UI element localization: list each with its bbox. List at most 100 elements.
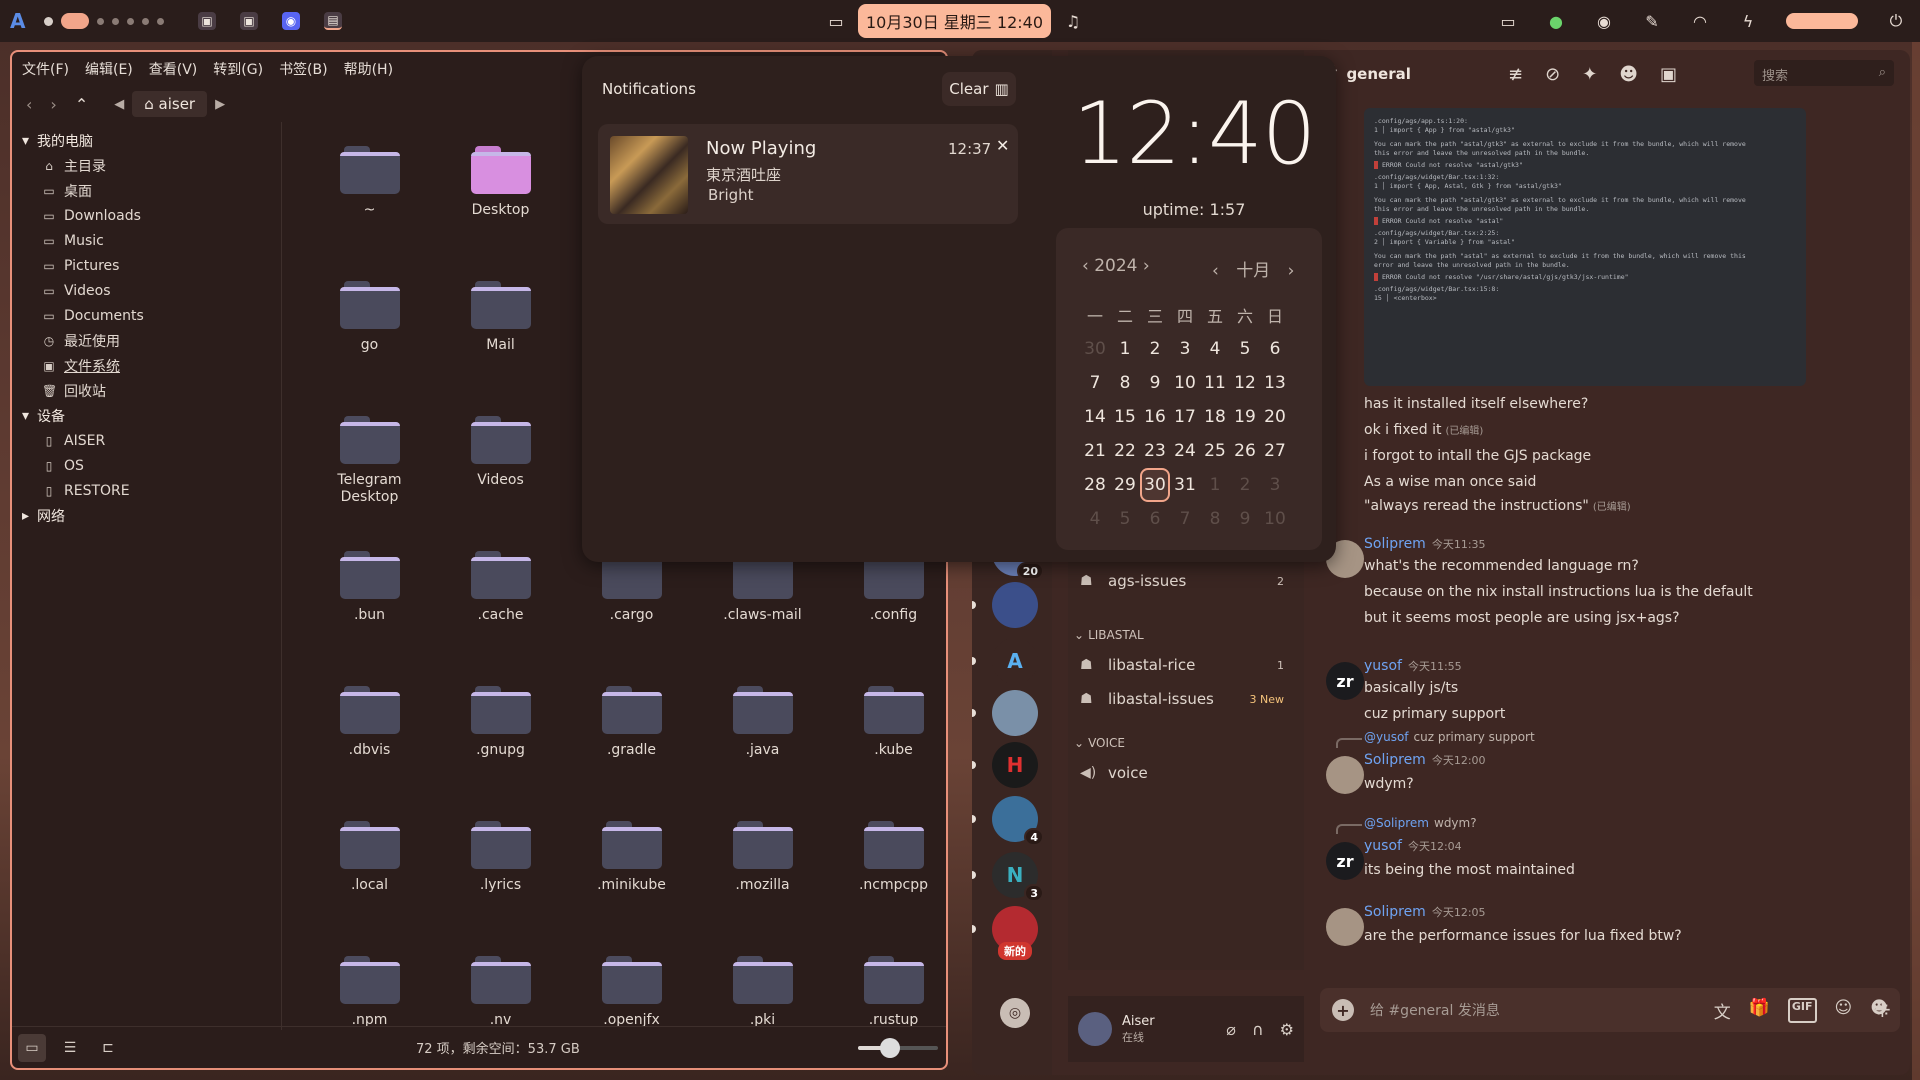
avatar[interactable]: zr <box>1326 662 1364 700</box>
gift-icon[interactable]: 🎁 <box>1749 998 1770 1023</box>
avatar[interactable] <box>1078 1012 1112 1046</box>
file-item[interactable]: .mozilla <box>697 807 828 942</box>
calendar-day[interactable]: 5 <box>1110 502 1140 536</box>
author-name[interactable]: Soliprem <box>1364 904 1426 920</box>
sidebar-item-trash[interactable]: 🗑 回收站 <box>12 378 281 403</box>
sidebar-item-filesystem[interactable]: ▣ 文件系统 <box>12 353 281 378</box>
zoom-slider-handle[interactable] <box>880 1038 900 1058</box>
calendar-day[interactable]: 9 <box>1140 366 1170 400</box>
taskbar-app-icon[interactable]: ▣ <box>240 12 258 30</box>
menu-help[interactable]: 帮助(H) <box>344 59 393 79</box>
author-name[interactable]: Soliprem <box>1364 536 1426 552</box>
calendar-day[interactable]: 28 <box>1080 468 1110 502</box>
calendar-day[interactable]: 2 <box>1230 468 1260 502</box>
menu-bookmarks[interactable]: 书签(B) <box>279 59 328 79</box>
calendar-day[interactable]: 20 <box>1260 400 1290 434</box>
wifi-icon[interactable]: ◠ <box>1690 11 1710 31</box>
calendar-day[interactable]: 9 <box>1230 502 1260 536</box>
sidebar-item-downloads[interactable]: ▭ Downloads <box>12 203 281 228</box>
search-input[interactable]: 搜索 ⌕ <box>1754 60 1894 86</box>
file-item[interactable]: .gradle <box>566 672 697 807</box>
notification-card[interactable]: Now Playing 12:37 ✕ 東京酒吐座 Bright <box>598 124 1018 224</box>
file-item[interactable]: .local <box>304 807 435 942</box>
calendar-day[interactable]: 1 <box>1110 332 1140 366</box>
sticker-icon[interactable]: ☺ <box>1835 998 1853 1023</box>
menu-go[interactable]: 转到(G) <box>213 59 263 79</box>
calendar-day[interactable]: 6 <box>1260 332 1290 366</box>
places-view-icon[interactable]: ▭ <box>18 1033 46 1062</box>
channel-ags-issues[interactable]: ☗ ags-issues 2 <box>1080 566 1298 596</box>
zoom-slider[interactable] <box>858 1038 938 1058</box>
server-icon[interactable]: 新的 <box>992 906 1038 960</box>
calendar-day[interactable]: 3 <box>1260 468 1290 502</box>
calendar-day[interactable]: 4 <box>1200 332 1230 366</box>
calendar-day[interactable]: 13 <box>1260 366 1290 400</box>
next-month-icon[interactable]: › <box>1288 261 1295 281</box>
calendar-day[interactable]: 25 <box>1200 434 1230 468</box>
calendar-day[interactable]: 17 <box>1170 400 1200 434</box>
sidebar-item-documents[interactable]: ▭ Documents <box>12 303 281 328</box>
up-icon[interactable]: ⌃ <box>75 95 88 114</box>
sidebar-item-videos[interactable]: ▭ Videos <box>12 278 281 303</box>
author-name[interactable]: yusof <box>1364 658 1402 674</box>
chat-icon[interactable]: ▭ <box>826 11 846 31</box>
file-item[interactable]: .gnupg <box>435 672 566 807</box>
calendar-day[interactable]: 15 <box>1110 400 1140 434</box>
file-item[interactable]: .bun <box>304 537 435 672</box>
calendar-day[interactable]: 14 <box>1080 400 1110 434</box>
taskbar-files-icon[interactable]: ▤ <box>324 12 342 30</box>
calendar-day[interactable]: 2 <box>1140 332 1170 366</box>
file-item[interactable]: .dbvis <box>304 672 435 807</box>
workspace-dot[interactable] <box>157 17 164 25</box>
topbar-clock[interactable]: 10月30日 星期三 12:40 <box>858 4 1052 38</box>
add-attachment-icon[interactable]: + <box>1332 999 1354 1021</box>
menu-file[interactable]: 文件(F) <box>22 59 69 79</box>
launcher-logo-icon[interactable]: A <box>10 9 30 33</box>
reply-preview[interactable]: @Soliprem wdym? <box>1364 816 1477 830</box>
sidebar-section-devices[interactable]: ▾ 设备 <box>12 403 281 428</box>
sidebar-item-device[interactable]: ▯ AISER <box>12 428 281 453</box>
sidebar-item-music[interactable]: ▭ Music <box>12 228 281 253</box>
forward-icon[interactable]: › <box>50 95 56 114</box>
sidebar-item-device[interactable]: ▯ RESTORE <box>12 478 281 503</box>
calendar-day[interactable]: 24 <box>1170 434 1200 468</box>
workspace-dot[interactable] <box>127 17 134 25</box>
mute-mic-icon[interactable]: ⌀ <box>1226 1020 1236 1039</box>
sidebar-item-desktop[interactable]: ▭ 桌面 <box>12 178 281 203</box>
workspace-dot[interactable] <box>142 17 149 25</box>
calendar-day[interactable]: 22 <box>1110 434 1140 468</box>
mute-bell-icon[interactable]: ⊘ <box>1545 64 1560 85</box>
calendar-day[interactable]: 12 <box>1230 366 1260 400</box>
author-name[interactable]: yusof <box>1364 838 1402 854</box>
calendar-day[interactable]: 27 <box>1260 434 1290 468</box>
sidebar-section-network[interactable]: ▸ 网络 <box>12 503 281 528</box>
file-item[interactable]: .cache <box>435 537 566 672</box>
calendar-day[interactable]: 16 <box>1140 400 1170 434</box>
server-icon[interactable] <box>992 582 1038 628</box>
calendar-day[interactable]: 21 <box>1080 434 1110 468</box>
members-icon[interactable]: ☻ <box>1619 64 1638 85</box>
workspace-dot[interactable] <box>44 16 53 26</box>
calendar-day[interactable]: 30 <box>1080 332 1110 366</box>
sidebar-item-recent[interactable]: ◷ 最近使用 <box>12 328 281 353</box>
calendar-day[interactable]: 26 <box>1230 434 1260 468</box>
tree-view-icon[interactable]: ☰ <box>56 1034 84 1062</box>
code-screenshot-attachment[interactable]: .config/ags/app.ts:1:20: 1 │ import { Ap… <box>1364 108 1806 386</box>
color-picker-icon[interactable]: ✎ <box>1642 11 1662 31</box>
channel-libastal-rice[interactable]: ☗ libastal-rice 1 <box>1080 650 1298 680</box>
menu-edit[interactable]: 编辑(E) <box>85 59 133 79</box>
file-item[interactable]: Desktop <box>435 132 566 267</box>
server-icon[interactable]: A <box>992 638 1038 684</box>
calendar-today[interactable]: 30 <box>1140 468 1170 502</box>
sidebar-item-home[interactable]: ⌂ 主目录 <box>12 153 281 178</box>
calendar-day[interactable]: 7 <box>1080 366 1110 400</box>
discord-icon[interactable]: ◉ <box>1594 11 1614 31</box>
file-item[interactable]: .minikube <box>566 807 697 942</box>
green-app-icon[interactable]: ● <box>1546 11 1566 31</box>
prev-month-icon[interactable]: ‹ <box>1212 261 1219 281</box>
avatar[interactable] <box>1326 908 1364 946</box>
back-icon[interactable]: ‹ <box>26 95 32 114</box>
gear-icon[interactable]: ⚙ <box>1280 1020 1294 1039</box>
channel-voice[interactable]: ◀) voice <box>1080 758 1298 788</box>
calendar-day[interactable]: 23 <box>1140 434 1170 468</box>
